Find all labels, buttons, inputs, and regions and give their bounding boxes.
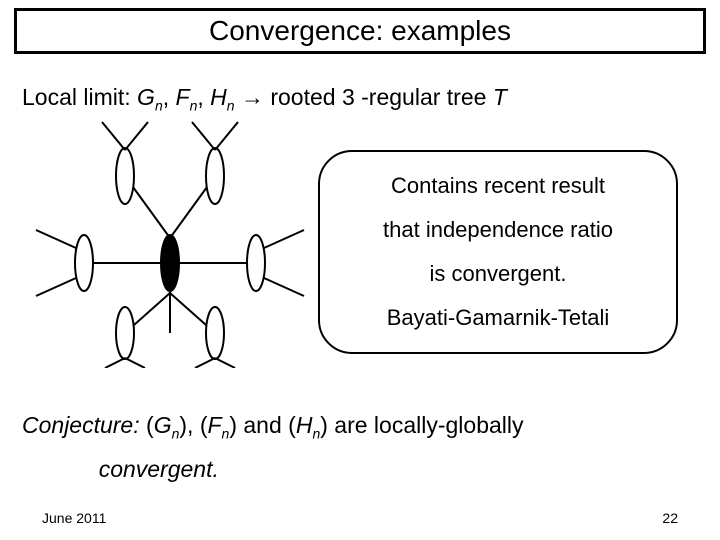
footer-date: June 2011 [42, 510, 106, 526]
conj-G: G [154, 412, 172, 438]
callout-line-4: Bayati-Gamarnik-Tetali [387, 305, 610, 331]
sym-G: G [137, 84, 155, 110]
arrow-icon: → [241, 84, 264, 110]
tree-diagram [30, 118, 310, 368]
local-limit-line: Local limit: Gn, Fn, Hn → rooted 3 -regu… [22, 84, 507, 114]
sym-T: T [486, 84, 506, 110]
sub-n-1: n [155, 98, 163, 114]
conj-p1: ( [140, 412, 154, 438]
footer-page-number: 22 [662, 510, 678, 526]
conj-p3: ) and ( [229, 412, 295, 438]
callout-line-2: that independence ratio [383, 217, 613, 243]
conj-p2: ), ( [179, 412, 207, 438]
slide-title: Convergence: examples [209, 15, 511, 47]
conj-p4: ) are locally-globally [320, 412, 523, 438]
local-limit-suffix-a: rooted 3 -regular tree [270, 84, 486, 110]
conj-line2: convergent. [99, 456, 219, 482]
sym-F: F [176, 84, 190, 110]
conj-H: H [296, 412, 313, 438]
title-bar: Convergence: examples [14, 8, 706, 54]
callout-line-3: is convergent. [430, 261, 567, 287]
callout-box: Contains recent result that independence… [318, 150, 678, 354]
sym-H: H [210, 84, 227, 110]
local-limit-prefix: Local limit: [22, 84, 131, 110]
sub-n-3: n [227, 98, 235, 114]
conj-F: F [207, 412, 221, 438]
callout-line-1: Contains recent result [391, 173, 605, 199]
conjecture-block: Conjecture: (Gn), (Fn) and (Hn) are loca… [22, 404, 698, 491]
conjecture-label: Conjecture: [22, 412, 140, 438]
sub-n-2: n [190, 98, 198, 114]
